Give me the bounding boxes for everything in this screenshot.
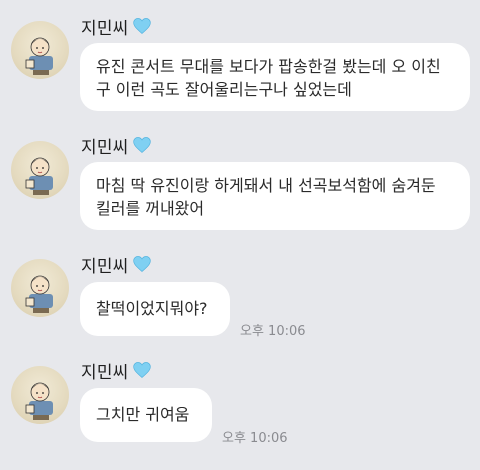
light-blue-heart-icon (132, 256, 151, 272)
light-blue-heart-icon (132, 137, 151, 153)
profile-cartoon-icon (25, 157, 53, 195)
avatar[interactable] (11, 141, 69, 199)
avatar[interactable] (11, 259, 69, 317)
message-time: 오후 10:06 (240, 324, 306, 339)
light-blue-heart-icon (132, 18, 151, 34)
profile-cartoon-icon (25, 37, 53, 75)
sender-name: 지민씨 (81, 362, 129, 383)
profile-cartoon-icon (25, 382, 53, 420)
avatar[interactable] (11, 366, 69, 424)
message-bubble[interactable]: 마침 딱 유진이랑 하게돼서 내 선곡보석함에 숨겨둔 킬러를 꺼내왔어 (80, 162, 470, 230)
sender-name: 지민씨 (81, 137, 129, 158)
message-bubble[interactable]: 찰떡이었지뭐야? (80, 282, 230, 336)
message-bubble[interactable]: 유진 콘서트 무대를 보다가 팝송한걸 봤는데 오 이친 구 이런 곡도 잘어울… (80, 43, 470, 111)
sender-name: 지민씨 (81, 256, 129, 277)
sender-name: 지민씨 (81, 18, 129, 39)
light-blue-heart-icon (132, 362, 151, 378)
message-time: 오후 10:06 (222, 431, 288, 446)
avatar[interactable] (11, 21, 69, 79)
message-bubble[interactable]: 그치만 귀여움 (80, 388, 212, 442)
profile-cartoon-icon (25, 275, 53, 313)
